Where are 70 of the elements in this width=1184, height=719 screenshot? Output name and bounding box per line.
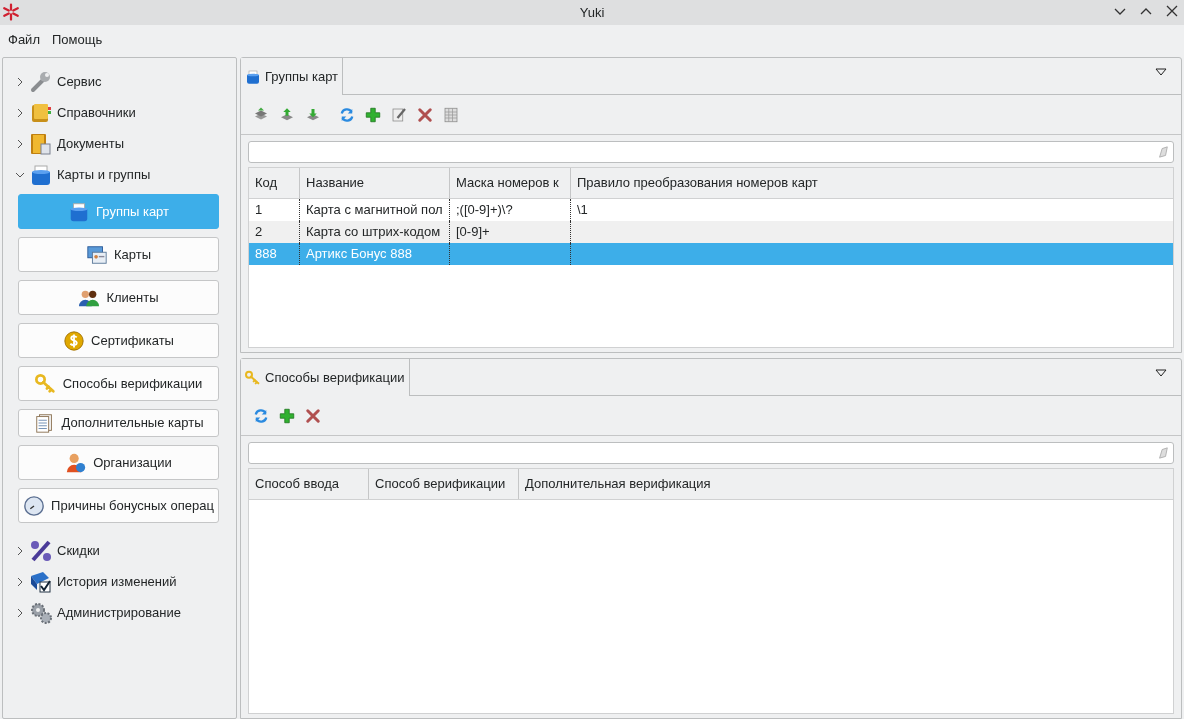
refresh-icon [338,105,356,124]
book-check-icon [29,569,53,594]
sidebar-item[interactable]: Справочники [57,102,136,123]
chevron-right-icon[interactable] [15,107,25,118]
sidebar-button[interactable]: Дополнительные карты [18,409,219,437]
column-header[interactable]: Правило преобразования номеров карт [570,168,1173,198]
id-cards-icon [85,243,108,266]
sidebar-button[interactable]: Карты [18,237,219,272]
delete-icon [416,105,434,124]
dropdown-icon[interactable] [1155,68,1167,76]
table-cell-text: Карта с магнитной пол [306,201,443,220]
sidebar-button[interactable]: Способы верификации [18,366,219,401]
panel-tab[interactable]: Группы карт [241,58,344,95]
clock-icon [23,494,46,517]
window-title: Yuki [579,3,605,22]
column-header[interactable]: Код [249,168,299,198]
chevron-right-icon[interactable] [15,576,25,587]
column-header[interactable]: Название [299,168,449,198]
person-icon [65,451,88,474]
table-cell-text: \1 [577,201,588,220]
key-icon [245,369,261,386]
sidebar-item[interactable]: Карты и группы [57,164,151,185]
chevron-right-icon[interactable] [15,545,25,556]
table-cell-text: 1 [255,201,263,220]
sidebar-button[interactable]: Сертификаты [18,323,219,358]
chevron-right-icon[interactable] [15,138,25,149]
add-icon [278,406,296,425]
sidebar-item[interactable]: Документы [57,133,124,154]
menu-item[interactable]: Файл [2,29,46,50]
panel-tab[interactable]: Способы верификации [241,359,410,396]
column-header[interactable]: Способ ввода [249,469,368,499]
table-cell-text: 888 [255,245,277,264]
sidebar-item[interactable]: История изменений [57,571,177,592]
refresh-icon [252,406,270,425]
folder-icon [29,131,53,156]
table-icon [442,105,460,124]
table-cell-text: Артикс Бонус 888 [306,245,412,264]
filter-field[interactable] [248,141,1174,163]
sidebar-button[interactable]: Клиенты [18,280,219,315]
gears-icon [29,600,53,625]
sidebar-button[interactable]: Организации [18,445,219,480]
table-cell-text: 2 [255,223,263,242]
box-icon [29,162,53,187]
table-cell-text: Карта со штрих-кодом [306,223,441,242]
wrench-icon [29,69,53,94]
dropdown-icon[interactable] [1155,369,1167,377]
percent-icon [29,538,53,563]
column-header[interactable]: Дополнительная верификация [518,469,1173,499]
table-row[interactable]: 2 Карта со штрих-кодом [0-9]+ [249,221,1173,243]
key-icon [34,372,57,395]
sidebar-button[interactable]: Причины бонусных операц [18,488,219,523]
add-icon [364,105,382,124]
sidebar-item[interactable]: Скидки [57,540,100,561]
table-cell-text: [0-9]+ [456,223,490,242]
snowflake-logo-icon [2,3,20,21]
column-header[interactable]: Маска номеров к [449,168,570,198]
sidebar-item[interactable]: Сервис [57,71,102,92]
table-cell-text: ;([0-9]+)\? [456,201,513,220]
box-icon [68,200,90,223]
close-icon[interactable] [1164,3,1180,19]
sidebar-item[interactable]: Администрирование [57,602,181,623]
chevron-right-icon[interactable] [15,607,25,618]
column-header[interactable]: Способ верификации [368,469,518,499]
box-icon [245,68,261,85]
filter-field[interactable] [248,442,1174,464]
menu-item[interactable]: Помощь [45,29,109,50]
delete-icon [304,406,322,425]
chevron-right-icon[interactable] [15,76,25,87]
coin-icon [63,329,85,352]
edit-icon [390,105,408,124]
